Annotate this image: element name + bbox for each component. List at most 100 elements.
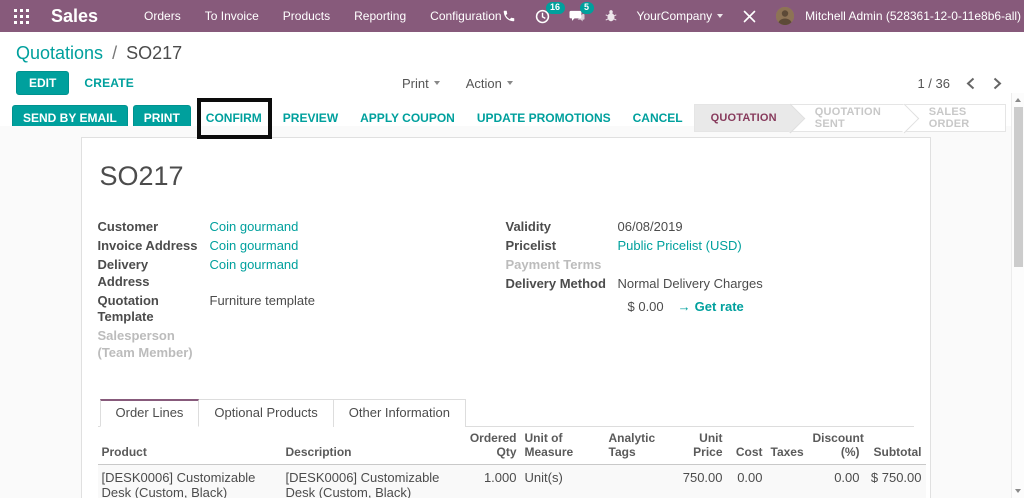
nav-menu-reporting[interactable]: Reporting <box>354 9 406 23</box>
field-value-pricelist[interactable]: Public Pricelist (USD) <box>618 238 742 255</box>
debug-bug-icon[interactable] <box>604 9 618 23</box>
cell-unit-of-measure[interactable]: Unit(s) <box>520 463 605 498</box>
state-quotation-sent[interactable]: QUOTATION SENT <box>790 103 905 132</box>
field-value-delivery-address[interactable]: Coin gourmand <box>210 257 299 290</box>
pager: 1 / 36 <box>917 76 1008 91</box>
delivery-rate-amount: $ 0.00 <box>627 298 664 314</box>
tools-wrench-icon[interactable] <box>742 9 757 24</box>
chevron-down-icon <box>433 81 440 85</box>
cell-unit-price[interactable]: 750.00 <box>678 463 727 498</box>
pager-previous-button[interactable] <box>964 77 977 90</box>
create-button[interactable]: CREATE <box>84 76 134 90</box>
field-label: Validity <box>505 219 552 234</box>
cell-discount[interactable]: 0.00 <box>808 463 864 498</box>
field-value-quotation-template: Furniture template <box>209 292 316 308</box>
col-header-description[interactable]: Description <box>281 426 465 465</box>
messages-chat-icon[interactable]: 5 <box>569 1 594 24</box>
nav-menu-list: Orders To Invoice Products Reporting Configu… <box>144 9 502 23</box>
field-groups: Customer Coin gourmand Invoice Address Coin… <box>98 219 914 364</box>
scroll-up-icon[interactable] <box>1012 94 1024 106</box>
fields-right: Validity 06/08/2019 Pricelist Public Pricel… <box>506 219 914 364</box>
chevron-right-icon <box>993 77 1002 89</box>
action-label: Action <box>465 75 502 91</box>
activities-clock-icon[interactable]: 16 <box>535 1 565 24</box>
confirm-button[interactable]: CONFIRM <box>206 111 262 125</box>
preview-button[interactable]: PREVIEW <box>283 111 338 125</box>
cell-description[interactable]: [DESK0006] Customizable Desk (Custom, Bl… <box>281 463 465 498</box>
get-rate-link[interactable]: → Get rate <box>678 299 744 314</box>
field-label: Pricelist <box>505 238 557 253</box>
cell-cost[interactable]: 0.00 <box>726 463 767 498</box>
field-label: Quotation Template <box>97 292 159 325</box>
apps-grid-icon[interactable] <box>14 6 29 26</box>
state-label: SALES ORDER <box>928 105 970 130</box>
apply-coupon-button[interactable]: APPLY COUPON <box>360 111 455 125</box>
col-header-product[interactable]: Product <box>97 426 282 465</box>
cancel-button[interactable]: CANCEL <box>633 111 683 125</box>
col-header-unit-price[interactable]: Unit Price <box>678 426 727 465</box>
state-sales-order[interactable]: SALES ORDER <box>904 103 1006 132</box>
breadcrumb-current: SO217 <box>126 43 183 63</box>
field-label: Invoice Address <box>97 238 198 253</box>
form-sheet: SO217 Customer Coin gourmand Invoice Addre… <box>80 137 931 498</box>
order-lines-table: Product Description Ordered Qty Unit of Mea… <box>97 426 926 498</box>
tab-optional-products[interactable]: Optional Products <box>198 398 334 427</box>
company-menu[interactable]: YourCompany <box>637 9 724 23</box>
field-label: Delivery Address <box>97 257 150 289</box>
field-label: Delivery Method <box>505 276 606 291</box>
scrollbar-thumb[interactable] <box>1013 107 1023 267</box>
cell-subtotal[interactable]: $ 750.00 <box>863 463 926 498</box>
activity-count-badge: 16 <box>545 1 565 14</box>
status-pipeline: QUOTATION QUOTATION SENT SALES ORDER <box>693 103 1006 132</box>
order-lines-body: [DESK0006] Customizable Desk (Custom, Bl… <box>97 463 926 498</box>
field-value-customer[interactable]: Coin gourmand <box>210 219 299 236</box>
vertical-scrollbar[interactable] <box>1011 93 1024 498</box>
field-payment-terms: Payment Terms <box>506 257 914 274</box>
field-invoice-address: Invoice Address Coin gourmand <box>98 238 506 255</box>
breadcrumb-quotations-link[interactable]: Quotations <box>16 43 103 63</box>
confirm-wrap: CONFIRM <box>196 97 272 139</box>
nav-menu-products[interactable]: Products <box>283 9 330 23</box>
col-header-discount[interactable]: Discount (%) <box>808 426 864 465</box>
col-header-unit-of-measure[interactable]: Unit of Measure <box>520 426 605 465</box>
edit-button[interactable]: EDIT <box>16 71 70 95</box>
user-menu[interactable]: Mitchell Admin (528361-12-0-11e8b6-all) <box>776 7 1024 25</box>
pager-value: 1 / 36 <box>917 75 950 91</box>
nav-menu-to-invoice[interactable]: To Invoice <box>205 9 259 23</box>
col-header-cost[interactable]: Cost <box>726 426 767 465</box>
scroll-down-icon[interactable] <box>1012 485 1024 497</box>
pager-next-button[interactable] <box>991 77 1004 90</box>
action-dropdown[interactable]: Action <box>466 76 513 91</box>
field-delivery-address: Delivery Address Coin gourmand <box>98 257 506 290</box>
field-salesperson-team-member: Salesperson (Team Member) <box>98 328 506 361</box>
field-value-invoice-address[interactable]: Coin gourmand <box>210 238 299 255</box>
cell-analytic-tags[interactable] <box>604 463 679 498</box>
cell-ordered-qty[interactable]: 1.000 <box>464 463 521 498</box>
chevron-down-icon <box>506 81 513 85</box>
table-header-row: Product Description Ordered Qty Unit of Mea… <box>97 426 926 465</box>
state-quotation[interactable]: QUOTATION <box>693 103 791 132</box>
nav-menu-configuration[interactable]: Configuration <box>430 9 501 23</box>
state-label: QUOTATION SENT <box>814 105 881 130</box>
print-dropdown[interactable]: Print <box>402 76 440 91</box>
breadcrumb-separator: / <box>112 43 118 63</box>
cell-product[interactable]: [DESK0006] Customizable Desk (Custom, Bl… <box>97 463 282 498</box>
col-header-analytic-tags[interactable]: Analytic Tags <box>604 426 679 465</box>
col-header-ordered-qty[interactable]: Ordered Qty <box>464 426 521 465</box>
message-count-badge: 5 <box>579 1 594 14</box>
phone-icon[interactable] <box>502 9 516 23</box>
field-label: Customer <box>97 219 159 234</box>
tab-order-lines[interactable]: Order Lines <box>99 398 200 427</box>
col-header-subtotal[interactable]: Subtotal <box>863 426 926 465</box>
cell-taxes[interactable] <box>766 463 809 498</box>
col-header-taxes[interactable]: Taxes <box>766 426 809 465</box>
field-validity: Validity 06/08/2019 <box>506 219 914 236</box>
user-name: Mitchell Admin (528361-12-0-11e8b6-all) <box>805 9 1022 23</box>
nav-menu-orders[interactable]: Orders <box>144 9 181 23</box>
table-row[interactable]: [DESK0006] Customizable Desk (Custom, Bl… <box>97 463 926 498</box>
notebook-tabs: Order Lines Optional Products Other Inform… <box>97 398 914 427</box>
update-promotions-button[interactable]: UPDATE PROMOTIONS <box>477 111 611 125</box>
tab-other-information[interactable]: Other Information <box>332 398 466 427</box>
record-title: SO217 <box>99 161 184 191</box>
app-title[interactable]: Sales <box>51 6 98 27</box>
